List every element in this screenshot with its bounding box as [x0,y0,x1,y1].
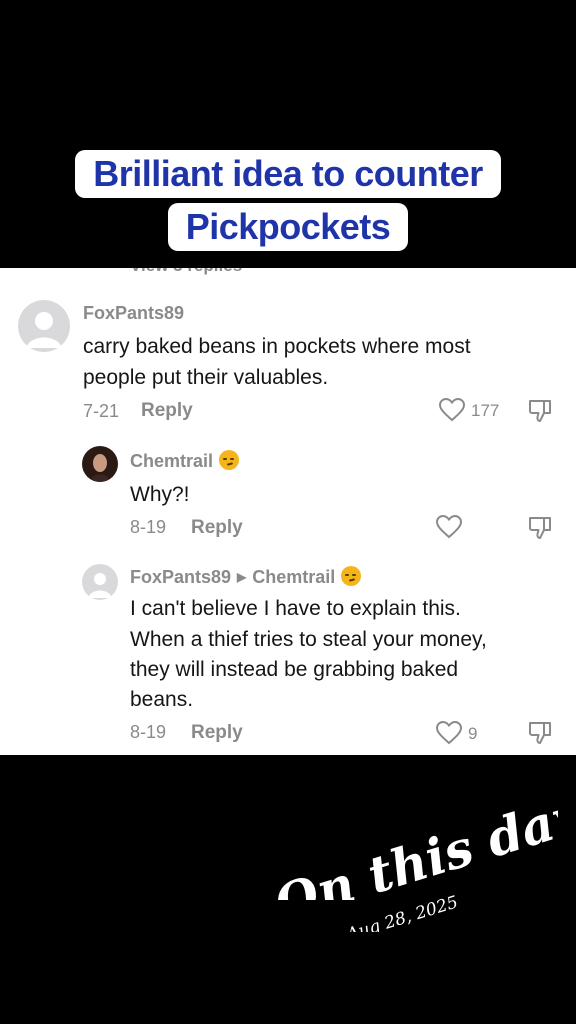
comment-date: 8-19 [130,517,167,537]
reply-button[interactable]: Reply [141,400,193,422]
comment-text: Why?! [130,483,190,506]
reply-button[interactable]: Reply [191,517,243,539]
comment-text-line: When a thief tries to steal your money, [130,628,487,651]
comment-text-line: carry baked beans in pockets where most [83,335,471,358]
heart-icon[interactable] [435,720,463,750]
username-text[interactable]: FoxPants89 [130,567,231,587]
caption-text-2: Pickpockets [167,203,409,251]
overlay-date-text: Aug 28, 2025 [342,892,460,932]
username-text[interactable]: Chemtrail [130,451,213,471]
reply-to-username[interactable]: Chemtrail [252,567,335,587]
caption-line-1: Brilliant idea to counter [0,150,576,198]
reply-arrow-icon: ▶ [237,570,247,584]
caption-text-1: Brilliant idea to counter [75,150,501,198]
smirk-emoji-icon [341,566,362,586]
heart-icon[interactable] [435,514,463,544]
dislike-icon[interactable] [527,720,553,751]
heart-icon[interactable] [438,397,466,427]
like-count: 9 [468,724,478,743]
comment-text-line: beans. [130,688,194,711]
comment-text-line: people put their valuables. [83,366,329,389]
comment-text-line: they will instead be grabbing baked [130,658,459,681]
smirk-emoji-icon [219,450,240,470]
comment-date: 7-21 [83,401,120,421]
comment-username[interactable]: Chemtrail [130,450,240,472]
comment-username[interactable]: FoxPants89 ▶ Chemtrail [130,566,362,588]
user-photo-avatar[interactable] [82,446,118,482]
comment-thread-card: View 3 replies FoxPants89 carry baked be… [0,268,576,755]
default-avatar-icon[interactable] [82,564,118,600]
default-avatar-icon[interactable] [18,300,70,352]
caption-line-2: Pickpockets [0,203,576,251]
comment-date: 8-19 [130,722,167,742]
comment-text-line: I can't believe I have to explain this. [130,597,461,620]
view-replies-link[interactable]: View 3 replies [130,268,242,276]
like-count: 177 [471,401,500,420]
comment-username[interactable]: FoxPants89 [83,303,184,324]
dislike-icon[interactable] [527,515,553,546]
dislike-icon[interactable] [527,398,553,429]
overlay-date: Aug 28, 2025 [342,892,460,932]
reply-button[interactable]: Reply [191,722,243,744]
